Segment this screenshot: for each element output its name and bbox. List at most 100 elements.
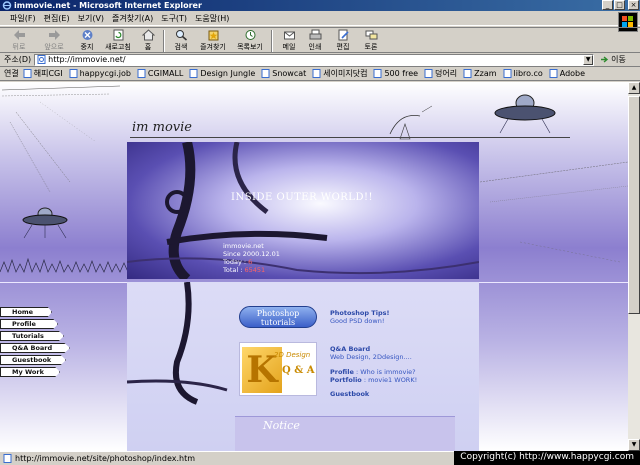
address-dropdown-button[interactable]: ▼: [583, 54, 594, 65]
nav-tutorials[interactable]: Tutorials: [0, 331, 64, 341]
sketch-lines: [1, 85, 121, 193]
photoshop-tutorials-banner[interactable]: Photoshop tutorials: [239, 306, 317, 328]
favorites-button[interactable]: 즐겨찾기: [194, 28, 232, 53]
vertical-scrollbar[interactable]: ▲ ▼: [628, 82, 640, 451]
link-item[interactable]: happycgi.job: [69, 69, 131, 78]
minimize-button[interactable]: _: [602, 0, 613, 10]
scroll-thumb[interactable]: [628, 96, 640, 314]
links-bar: 연결 해피CGI happycgi.job CGIMALL Design Jun…: [0, 67, 640, 81]
menu-help[interactable]: 도움말(H): [195, 13, 229, 24]
link-item[interactable]: Adobe: [549, 69, 585, 78]
ie-page-icon: [23, 69, 32, 78]
link-item[interactable]: CGIMALL: [137, 69, 183, 78]
nav-my-work[interactable]: My Work: [0, 367, 60, 377]
scroll-up-button[interactable]: ▲: [628, 82, 640, 94]
stop-button[interactable]: 중지: [74, 28, 100, 53]
visitor-total: Total : 65451: [223, 266, 266, 274]
guestbook-link[interactable]: Guestbook: [330, 390, 369, 398]
ie-logo-icon: [2, 1, 12, 10]
address-input[interactable]: http://immovie.net/ ▼: [34, 53, 595, 66]
nav-home[interactable]: Home: [0, 307, 52, 317]
history-button[interactable]: 목록보기: [232, 28, 268, 53]
forward-arrow-icon: [48, 30, 60, 40]
refresh-button[interactable]: 새로고침: [100, 28, 136, 53]
menu-tools[interactable]: 도구(T): [161, 13, 187, 24]
ufo-icon: [494, 94, 556, 134]
toolbar: 뒤로 앞으로 중지 새로고침 홈 검색 즐겨찾기 목록보기 메일 인쇄 편집 토…: [0, 27, 640, 53]
grass-sketch: [0, 257, 128, 274]
qa-board-link[interactable]: Q&A Board: [330, 345, 370, 353]
toolbar-separator: [163, 30, 165, 52]
profile-line[interactable]: Profile : Who is immovie?: [330, 368, 416, 376]
refresh-icon: [113, 29, 123, 41]
link-item[interactable]: libro.co: [503, 69, 543, 78]
ufo-icon: [22, 207, 68, 239]
home-icon: [141, 29, 155, 41]
ie-page-icon: [549, 69, 558, 78]
ie-page-icon: [137, 69, 146, 78]
close-button[interactable]: ×: [628, 0, 639, 10]
search-button[interactable]: 검색: [168, 28, 194, 53]
stop-icon: [82, 30, 92, 40]
links-label: 연결: [4, 69, 19, 78]
maximize-button[interactable]: □: [614, 0, 625, 10]
ie-page-icon: [189, 69, 198, 78]
web-content: im movie INSIDE OUTER WORLD!! immovie.ne…: [0, 82, 628, 451]
qa-design-banner[interactable]: K 2D Design Q & A: [239, 342, 317, 396]
mail-icon: [283, 31, 295, 40]
satellite-dish-sketch: [389, 105, 433, 140]
site-info: immovie.net Since 2000.12.01 Today : 6 T…: [223, 242, 280, 274]
title-bar[interactable]: immovie.net - Microsoft Internet Explore…: [0, 0, 640, 11]
site-logo[interactable]: im movie: [132, 120, 192, 135]
go-button[interactable]: 이동: [600, 54, 626, 65]
status-url: http://immovie.net/site/photoshop/index.…: [15, 454, 196, 463]
mail-button[interactable]: 메일: [276, 28, 302, 53]
edit-button[interactable]: 편집: [328, 28, 358, 53]
scroll-down-button[interactable]: ▼: [628, 439, 640, 451]
portfolio-line[interactable]: Portfolio : movie1 WORK!: [330, 376, 417, 384]
logo-underline: [130, 137, 570, 138]
nav-qa-board[interactable]: Q&A Board: [0, 343, 70, 353]
go-arrow-icon: [601, 56, 609, 63]
ie-page-icon: [503, 69, 512, 78]
menu-edit[interactable]: 편집(E): [44, 13, 70, 24]
history-icon: [245, 30, 255, 40]
hero-slogan: INSIDE OUTER WORLD!!: [231, 192, 374, 203]
link-item[interactable]: 500 free: [373, 69, 418, 78]
ie-page-icon: [463, 69, 472, 78]
back-arrow-icon: [13, 30, 25, 40]
print-button[interactable]: 인쇄: [302, 28, 328, 53]
link-item[interactable]: Zzam: [463, 69, 497, 78]
home-button[interactable]: 홈: [136, 28, 160, 53]
qa-badge-small: 2D Design: [274, 351, 311, 359]
link-item[interactable]: Design Jungle: [189, 69, 255, 78]
hero-banner: INSIDE OUTER WORLD!! immovie.net Since 2…: [127, 142, 479, 279]
discuss-button[interactable]: 토론: [358, 28, 384, 53]
sketch-lines-right: [480, 161, 628, 263]
ie-page-icon: [424, 69, 433, 78]
site-name: immovie.net: [223, 242, 264, 250]
link-item[interactable]: Snowcat: [261, 69, 306, 78]
favorites-icon: [208, 30, 218, 41]
ie-page-icon: [69, 69, 78, 78]
back-button[interactable]: 뒤로: [4, 28, 34, 53]
address-bar: 주소(D) http://immovie.net/ ▼ 이동: [0, 53, 640, 67]
link-item[interactable]: 해피CGI: [23, 68, 63, 79]
site-since: Since 2000.12.01: [223, 250, 280, 258]
link-item[interactable]: 덩어리: [424, 68, 457, 79]
menu-view[interactable]: 보기(V): [78, 13, 104, 24]
left-nav-menu: Home Profile Tutorials Q&A Board Guestbo…: [0, 307, 70, 379]
menu-favorites[interactable]: 즐겨찾기(A): [112, 13, 153, 24]
content-panel: Photoshop tutorials Photoshop Tips! Good…: [127, 282, 479, 451]
forward-button[interactable]: 앞으로: [34, 28, 74, 53]
menu-file[interactable]: 파일(F): [10, 13, 36, 24]
nav-guestbook[interactable]: Guestbook: [0, 355, 66, 365]
nav-profile[interactable]: Profile: [0, 319, 58, 329]
copyright-overlay: Copyright(c) http://www.happycgi.com: [454, 451, 640, 465]
link-item[interactable]: 세이미지닷컴: [312, 68, 367, 79]
photoshop-tips-sub: Good PSD down!: [330, 317, 385, 325]
photoshop-tips-link[interactable]: Photoshop Tips!: [330, 309, 389, 317]
qa-board-sub: Web Design, 2Ddesign....: [330, 353, 412, 361]
edit-icon: [338, 29, 349, 41]
ie-page-icon: [312, 69, 321, 78]
